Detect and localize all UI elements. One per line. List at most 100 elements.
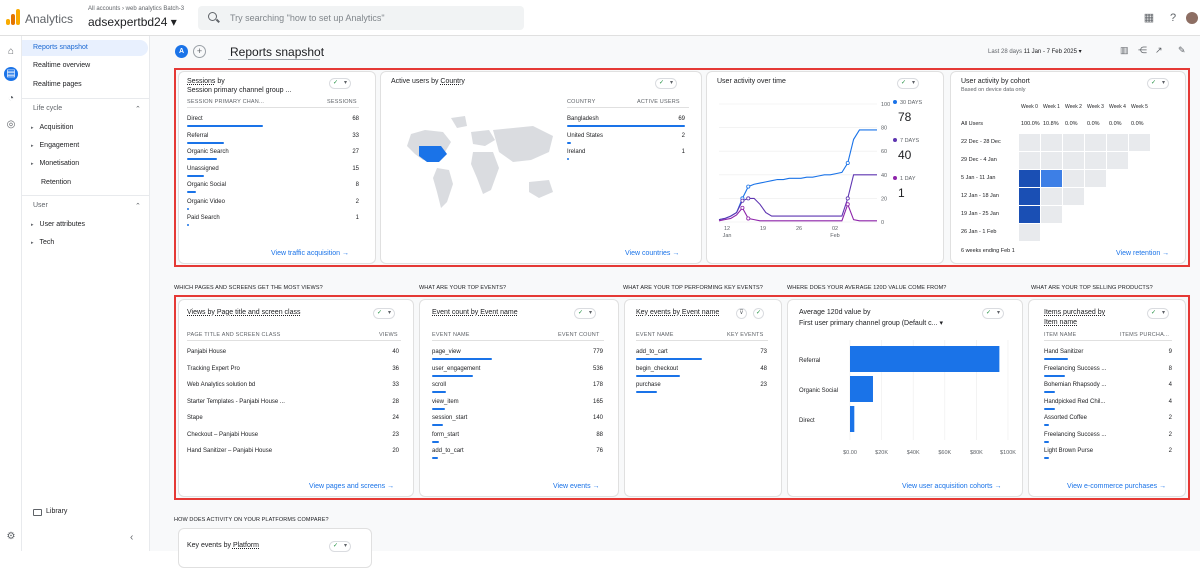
card-title[interactable]: Key events by Platform [187, 542, 259, 549]
title-connector: by [221, 542, 233, 549]
avatar[interactable] [1186, 12, 1198, 24]
card-status-button[interactable]: ✓ [1147, 78, 1169, 89]
card-subtitle: Based on device data only [961, 87, 1026, 93]
app-title[interactable]: Analytics [25, 12, 73, 26]
dimension-selector[interactable]: First user primary channel group (Defaul… [799, 319, 943, 327]
cohort-cell[interactable] [1041, 152, 1062, 169]
nav-library[interactable]: Library [46, 508, 67, 515]
card-title[interactable]: Views by Page title and screen class [187, 309, 301, 316]
nav-realtime-pages[interactable]: Realtime pages [22, 77, 148, 93]
add-comparison-button[interactable]: + [193, 45, 206, 58]
help-icon[interactable]: ? [1167, 12, 1179, 24]
nav-realtime-overview[interactable]: Realtime overview [22, 58, 148, 74]
cohort-cell[interactable] [1041, 134, 1062, 151]
nav-section-lifecycle[interactable]: Life cycle ⌃ [33, 105, 141, 113]
card-title[interactable]: Items purchased by [1044, 309, 1105, 316]
comparison-avatar[interactable]: A [175, 45, 188, 58]
card-title[interactable]: User activity by cohort [961, 78, 1030, 85]
search-bar[interactable]: Try searching "how to set up Analytics" [198, 6, 524, 30]
cohort-cell[interactable] [1063, 188, 1084, 205]
avg-value-bar-chart[interactable]: $0.00 $20K $40K $60K $80K $100K Referral Organi… [788, 336, 1023, 460]
cohort-cell[interactable] [1063, 170, 1084, 187]
nav-section-user[interactable]: User ⌃ [33, 202, 141, 210]
card-status-button[interactable]: ✓ [655, 78, 677, 89]
cohort-cell[interactable] [1085, 170, 1106, 187]
explore-icon[interactable]: ◔ [4, 92, 18, 106]
dimension-selector[interactable]: Session primary channel group ... [187, 87, 291, 94]
view-countries-link[interactable]: View countries → [625, 250, 679, 257]
view-events-link[interactable]: View events → [553, 483, 600, 490]
search-input[interactable]: Try searching "how to set up Analytics" [230, 13, 385, 23]
nav-engagement[interactable]: ▸ Engagement [31, 142, 79, 149]
insights-icon[interactable]: ↗ [1155, 45, 1163, 56]
collapse-nav-icon[interactable]: ‹ [130, 532, 133, 543]
cohort-cell[interactable] [1085, 134, 1106, 151]
card-title[interactable]: User activity over time [717, 78, 786, 85]
nav-tech[interactable]: ▸ Tech [31, 239, 54, 246]
cohort-cell[interactable] [1019, 152, 1040, 169]
account-breadcrumb[interactable]: All accounts › web analytics Batch-3 [88, 6, 184, 12]
nav-reports-snapshot[interactable]: Reports snapshot [22, 40, 148, 56]
cohort-cell[interactable] [1019, 134, 1040, 151]
y-tick-label: 40 [881, 173, 887, 179]
view-traffic-acquisition-link[interactable]: View traffic acquisition → [271, 250, 349, 257]
card-status-button[interactable]: ✓ [373, 308, 395, 319]
date-range-picker[interactable]: Last 28 days 11 Jan - 7 Feb 2025 ▾ [988, 48, 1082, 55]
cohort-cell[interactable] [1019, 188, 1040, 205]
data-point [740, 198, 745, 203]
card-title[interactable]: Key events by Event name [636, 309, 719, 316]
card-status-button[interactable]: ✓ [574, 308, 596, 319]
dimension-selector[interactable]: Item name [1044, 319, 1077, 326]
row-value: 73 [760, 349, 767, 355]
cohort-cell[interactable] [1085, 152, 1106, 169]
card-status-button[interactable]: ✓ [329, 78, 351, 89]
view-retention-link[interactable]: View retention → [1116, 250, 1169, 257]
view-ecommerce-purchases-link[interactable]: View e-commerce purchases → [1067, 483, 1166, 490]
nav-acquisition[interactable]: ▸ Acquisition [31, 124, 73, 131]
cohort-cell[interactable] [1019, 206, 1040, 223]
advertising-icon[interactable]: ◎ [4, 118, 18, 132]
card-status-button[interactable]: ✓ [329, 541, 351, 552]
column-header: EVENT NAME [432, 332, 470, 338]
view-pages-and-screens-link[interactable]: View pages and screens → [309, 483, 394, 490]
card-title[interactable]: Active users by Country [391, 78, 465, 85]
cohort-cell[interactable] [1041, 170, 1062, 187]
card-status-button[interactable]: ✓ [982, 308, 1004, 319]
compare-icon[interactable]: ▥ [1120, 45, 1129, 56]
card-status-button[interactable]: ✓ [897, 78, 919, 89]
card-title[interactable]: Event count by Event name [432, 309, 518, 316]
cohort-cell[interactable] [1107, 152, 1128, 169]
cohort-cell[interactable] [1041, 206, 1062, 223]
settings-gear-icon[interactable]: ⚙ [4, 530, 18, 544]
share-icon[interactable]: ⋲ [1138, 45, 1147, 56]
cohort-cell[interactable] [1063, 134, 1084, 151]
card-status-button[interactable]: ✓ [1147, 308, 1169, 319]
cohort-cell[interactable] [1041, 188, 1062, 205]
nav-monetisation[interactable]: ▸ Monetisation [31, 160, 79, 167]
bar-direct[interactable] [850, 406, 855, 432]
cohort-cell[interactable] [1107, 134, 1128, 151]
cohort-cell[interactable] [1019, 170, 1040, 187]
apps-grid-icon[interactable]: ▦ [1143, 12, 1155, 24]
property-selector[interactable]: adsexpertbd24 ▾ [88, 15, 177, 29]
status-check-icon[interactable]: ✓ [753, 308, 764, 319]
expand-arrow-icon: ▸ [31, 143, 34, 149]
bar-organic-social[interactable] [850, 376, 873, 402]
cohort-cell[interactable] [1063, 152, 1084, 169]
analytics-logo-icon[interactable] [6, 9, 20, 25]
nav-retention[interactable]: Retention [41, 179, 71, 186]
reports-icon[interactable]: ▤ [4, 67, 18, 81]
world-map[interactable] [393, 112, 565, 222]
card-title[interactable]: Sessions by [187, 78, 225, 85]
filter-icon[interactable]: ⊽ [736, 308, 747, 319]
cohort-cell[interactable] [1129, 134, 1150, 151]
card-title[interactable]: Average 120d value by [799, 309, 870, 316]
dimension-label: Country [440, 78, 465, 85]
home-icon[interactable]: ⌂ [4, 45, 18, 59]
cohort-cell[interactable] [1019, 224, 1040, 241]
row-label: Web Analytics solution bd [187, 382, 256, 388]
edit-icon[interactable]: ✎ [1178, 45, 1186, 56]
nav-user-attributes[interactable]: ▸ User attributes [31, 221, 85, 228]
bar-referral[interactable] [850, 346, 1000, 372]
view-user-acquisition-cohorts-link[interactable]: View user acquisition cohorts → [902, 483, 1001, 490]
